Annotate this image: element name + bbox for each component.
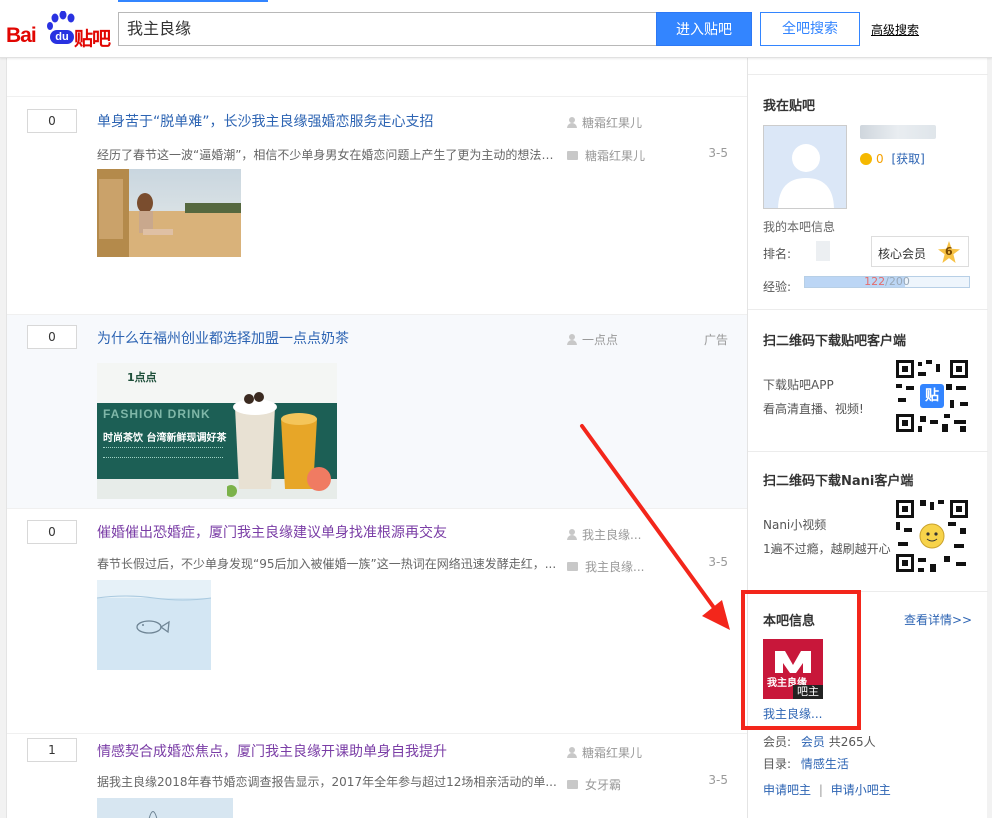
qr-line1: Nani小视频 [763, 518, 827, 532]
qr-line1: 下载贴吧APP [763, 378, 834, 392]
thread-title[interactable]: 情感契合成婚恋焦点，厦门我主良缘开课助单身自我提升 [97, 741, 447, 761]
default-avatar-icon [764, 126, 846, 208]
advanced-search-link[interactable]: 高级搜索 [871, 21, 919, 38]
panel-title: 我在贴吧 [763, 99, 816, 114]
level-number: 6 [945, 245, 953, 258]
thread-title[interactable]: 单身苦于“脱单难”，长沙我主良缘强婚恋服务走心支招 [97, 111, 434, 131]
thread-author[interactable]: 糖霜红果儿 [567, 114, 642, 131]
thread-thumbnail[interactable] [97, 580, 211, 670]
get-tdou-link[interactable]: [获取] [891, 152, 924, 166]
tdou-row: 0 [获取] [860, 150, 925, 167]
comment-icon [567, 780, 578, 789]
avatar[interactable] [763, 125, 847, 209]
directory-link[interactable]: 情感生活 [801, 757, 849, 771]
header: Bai du 贴吧 我主良缘 进入贴吧 全吧搜索 高级搜索 [0, 0, 992, 58]
thread-thumbnail[interactable] [97, 798, 233, 818]
tdou-icon [860, 153, 872, 165]
thread-thumbnail[interactable] [97, 169, 241, 257]
reply-count: 0 [27, 109, 77, 133]
user-icon [567, 747, 577, 758]
milk-tea-cups-image [227, 392, 331, 497]
apply-small-owner-link[interactable]: 申请小吧主 [831, 783, 891, 797]
thread-title[interactable]: 为什么在福州创业都选择加盟一点点奶茶 [97, 328, 349, 348]
reply-count: 1 [27, 738, 77, 762]
qr-line2: 看高清直播、视频! [763, 402, 864, 416]
exp-label: 经验: [763, 280, 792, 294]
qr-tieba-badge: 贴 [925, 388, 939, 404]
member-row: 会员: 会员 共265人 [763, 735, 876, 749]
annotation-highlight-box [741, 590, 861, 730]
thread-author[interactable]: 一点点 [567, 331, 618, 348]
rank-blurred [816, 241, 830, 261]
user-icon [567, 334, 577, 345]
user-icon [567, 117, 577, 128]
last-replier[interactable]: 糖霜红果儿 [567, 147, 645, 164]
annotation-arrow [580, 424, 730, 630]
thread-item: 1 情感契合成婚恋焦点，厦门我主良缘开课助单身自我提升 糖霜红果儿 据我主良缘2… [7, 733, 748, 818]
thread-date: 3-5 [708, 146, 728, 160]
banner-slogan: 时尚茶饮 台湾新鲜现调好茶 [103, 433, 227, 444]
qr-nani-panel: 扫二维码下载Nani客户端 Nani小视频 1遍不过瘾，越刷越开心 [748, 452, 988, 592]
ad-label: 广告 [703, 333, 728, 347]
search-input[interactable]: 我主良缘 [118, 12, 656, 46]
member-level-badge[interactable]: 核心会员 6 [871, 236, 969, 267]
comment-icon [567, 151, 578, 160]
thread-author[interactable]: 糖霜红果儿 [567, 744, 642, 761]
banner-en: FASHION DRINK [103, 407, 211, 421]
directory-row: 目录: 情感生活 [763, 757, 849, 771]
thread-abstract: 据我主良缘2018年春节婚恋调查报告显示，2017年全年参与超过12场相亲活动的… [97, 775, 557, 789]
enter-tieba-button[interactable]: 进入贴吧 [656, 12, 752, 46]
ad-banner[interactable]: 1点点 FASHION DRINK 时尚茶饮 台湾新鲜现调好茶 [97, 363, 337, 499]
baidu-tieba-logo[interactable]: Bai du 贴吧 [6, 10, 111, 50]
view-details-link[interactable]: 查看详情>> [904, 611, 972, 628]
rank-label: 排名: [763, 247, 792, 261]
apply-owner-link[interactable]: 申请吧主 [763, 783, 811, 797]
reply-count: 0 [27, 520, 77, 544]
banner-brand: 1点点 [127, 371, 157, 384]
header-accent-line [118, 0, 268, 2]
username-blurred [860, 125, 936, 139]
panel-title: 扫二维码下载贴吧客户端 [763, 334, 907, 349]
panel-title: 扫二维码下载Nani客户端 [763, 474, 914, 489]
thread-title[interactable]: 催婚催出恐婚症，厦门我主良缘建议单身找准根源再交友 [97, 522, 447, 542]
my-tieba-panel: 我在贴吧 0 [获取] 我的本吧信息 排名: 核心会员 6 经验: 122/20… [748, 74, 988, 310]
logo-bai-text: Bai [6, 24, 37, 47]
exp-progress-text: 122/200 [864, 275, 910, 288]
qr-tieba-panel: 扫二维码下载贴吧客户端 下载贴吧APP 看高清直播、视频! 贴 [748, 310, 988, 452]
logo-du-text: du [50, 30, 74, 44]
member-level-label: 核心会员 [878, 247, 927, 261]
last-replier[interactable]: 女牙霸 [567, 776, 621, 793]
thread-date: 3-5 [708, 773, 728, 787]
qr-line2: 1遍不过瘾，越刷越开心 [763, 542, 891, 556]
thread-abstract: 经历了春节这一波“逼婚潮”，相信不少单身男女在婚恋问题上产生了更为主动的想法。.… [97, 148, 559, 162]
thread-item: 0 单身苦于“脱单难”，长沙我主良缘强婚恋服务走心支招 糖霜红果儿 经历了春节这… [7, 96, 748, 314]
all-search-button[interactable]: 全吧搜索 [760, 12, 860, 46]
thread-abstract: 春节长假过后，不少单身发现“95后加入被催婚一族”这一热词在网络迅速发酵走红，.… [97, 557, 557, 571]
exp-progress-bar: 122/200 [804, 276, 970, 288]
my-bar-info-label: 我的本吧信息 [763, 220, 836, 234]
qr-code-nani[interactable] [894, 498, 970, 574]
reply-count: 0 [27, 325, 77, 349]
logo-tieba-text: 贴吧 [74, 28, 111, 50]
apply-row: 申请吧主 | 申请小吧主 [763, 783, 891, 797]
member-link[interactable]: 会员 [801, 735, 825, 749]
